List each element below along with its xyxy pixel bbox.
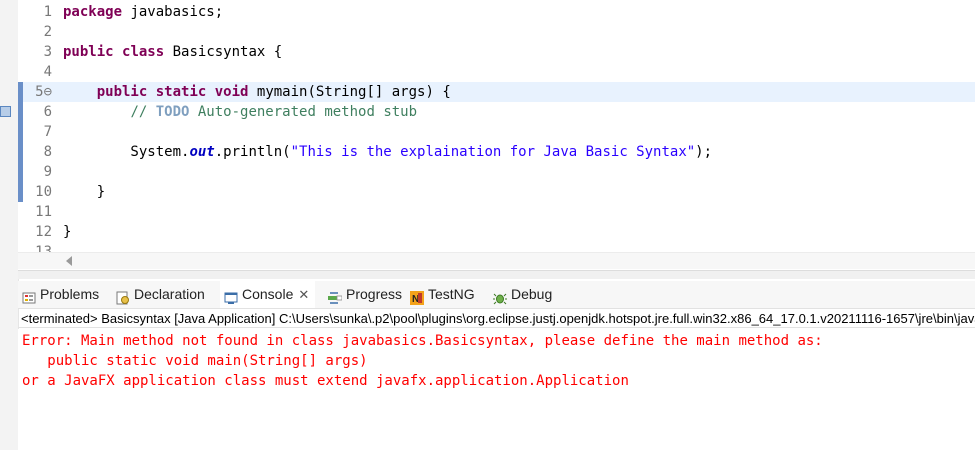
console-view-tabbar: Problems Declaration Console ✕ Progress N… bbox=[18, 281, 975, 308]
console-process-status: <terminated> Basicsyntax [Java Applicati… bbox=[18, 308, 975, 328]
code-token: // bbox=[130, 104, 156, 120]
code-line[interactable]: 10 } bbox=[18, 182, 975, 202]
tab-problems-label: Problems bbox=[40, 286, 100, 302]
code-token: package bbox=[63, 4, 123, 20]
code-editor[interactable]: 1 package javabasics; 2 3 public class Basic… bbox=[18, 0, 975, 270]
code-line[interactable]: 7 bbox=[18, 122, 975, 142]
code-token: Basicsyntax { bbox=[164, 44, 283, 60]
code-line[interactable]: 2 bbox=[18, 22, 975, 42]
line-number: 11 bbox=[35, 204, 52, 220]
code-line[interactable]: 6 // TODO Auto-generated method stub bbox=[18, 102, 975, 122]
debug-bug-icon bbox=[493, 287, 507, 305]
code-line[interactable]: 5⊖ public static void mymain(String[] ar… bbox=[18, 82, 975, 102]
testng-icon: N bbox=[410, 287, 424, 306]
code-token: javabasics; bbox=[122, 4, 224, 20]
horizontal-scrollbar[interactable] bbox=[18, 252, 975, 269]
code-line[interactable]: 9 bbox=[18, 162, 975, 182]
line-number: 2 bbox=[43, 24, 52, 40]
code-token: mymain(String[] args) { bbox=[248, 84, 451, 100]
code-text: System.out.println("This is the explaina… bbox=[63, 142, 712, 162]
left-gutter-strip bbox=[0, 0, 19, 450]
progress-icon bbox=[328, 287, 343, 305]
console-output[interactable]: Error: Main method not found in class ja… bbox=[18, 329, 975, 450]
tab-testng-label: TestNG bbox=[428, 286, 475, 302]
code-text: public static void mymain(String[] args)… bbox=[63, 82, 451, 102]
line-number: 10 bbox=[35, 184, 52, 200]
code-token: out bbox=[189, 144, 215, 160]
code-token: Auto-generated method stub bbox=[189, 104, 418, 120]
tab-console[interactable]: Console ✕ bbox=[220, 281, 316, 308]
view-separator[interactable] bbox=[18, 270, 975, 279]
code-text: package javabasics; bbox=[63, 2, 223, 22]
code-text: // TODO Auto-generated method stub bbox=[63, 102, 417, 122]
line-number: 1 bbox=[43, 4, 52, 20]
tab-declaration-label: Declaration bbox=[134, 286, 205, 302]
code-text: } bbox=[63, 182, 105, 202]
problems-icon bbox=[22, 287, 36, 304]
code-token: public bbox=[63, 44, 114, 60]
line-number: 7 bbox=[43, 124, 52, 140]
code-line[interactable]: 1 package javabasics; bbox=[18, 2, 975, 22]
line-number: 6 bbox=[43, 104, 52, 120]
tab-progress-label: Progress bbox=[346, 286, 403, 302]
code-line[interactable]: 3 public class Basicsyntax { bbox=[18, 42, 975, 62]
tab-debug-label: Debug bbox=[511, 286, 553, 302]
code-token: static bbox=[155, 84, 207, 100]
code-text: public class Basicsyntax { bbox=[63, 42, 282, 62]
line-number: 3 bbox=[43, 44, 52, 60]
console-icon bbox=[224, 287, 238, 305]
code-token: System. bbox=[63, 144, 190, 160]
code-line[interactable]: 8 System.out.println("This is the explai… bbox=[18, 142, 975, 162]
tab-problems[interactable]: Problems bbox=[22, 281, 99, 308]
line-number: 8 bbox=[43, 144, 52, 160]
code-token: } bbox=[63, 224, 72, 240]
code-text: } bbox=[63, 222, 71, 242]
line-number: 4 bbox=[43, 64, 52, 80]
tab-declaration[interactable]: Declaration bbox=[116, 281, 205, 308]
tab-testng[interactable]: N TestNG bbox=[410, 281, 475, 308]
code-token: void bbox=[214, 84, 249, 100]
code-token: "This is the explaination for Java Basic… bbox=[290, 144, 696, 160]
code-line[interactable]: 4 bbox=[18, 62, 975, 82]
code-token: class bbox=[122, 44, 165, 60]
code-token: .println( bbox=[214, 144, 291, 160]
declaration-icon bbox=[116, 287, 130, 305]
scroll-left-arrow-icon[interactable] bbox=[66, 256, 72, 266]
console-error-line: Error: Main method not found in class ja… bbox=[22, 333, 823, 349]
tab-progress[interactable]: Progress bbox=[328, 281, 402, 308]
line-number: 9 bbox=[43, 164, 52, 180]
code-line[interactable]: 11 bbox=[18, 202, 975, 222]
line-number: 12 bbox=[35, 224, 52, 240]
code-token: TODO bbox=[155, 104, 190, 120]
code-token: } bbox=[63, 184, 106, 200]
tab-debug[interactable]: Debug bbox=[493, 281, 552, 308]
change-indicator-bar bbox=[18, 82, 23, 202]
close-icon[interactable]: ✕ bbox=[298, 287, 309, 302]
override-marker-icon bbox=[0, 106, 11, 117]
console-error-line: public static void main(String[] args) bbox=[22, 353, 368, 369]
code-token: ); bbox=[695, 144, 713, 160]
line-number: 5⊖ bbox=[35, 84, 52, 100]
tab-console-label: Console bbox=[242, 286, 294, 302]
code-token: public bbox=[96, 84, 148, 100]
code-line[interactable]: 12} bbox=[18, 222, 975, 242]
console-error-line: or a JavaFX application class must exten… bbox=[22, 373, 629, 389]
